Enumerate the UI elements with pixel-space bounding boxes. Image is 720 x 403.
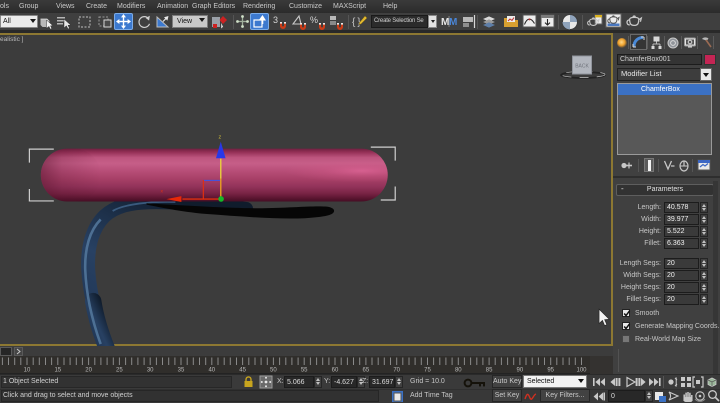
svg-text:90: 90 [517, 368, 524, 374]
svg-text:65: 65 [363, 368, 370, 374]
svg-text:25: 25 [116, 368, 123, 374]
svg-text:70: 70 [393, 368, 400, 374]
svg-text:55: 55 [301, 368, 308, 374]
svg-text:%: % [310, 15, 318, 25]
svg-text:45: 45 [239, 368, 246, 374]
svg-text:M: M [449, 17, 457, 28]
svg-text:40: 40 [208, 368, 215, 374]
svg-text:100: 100 [576, 368, 587, 374]
svg-text:z: z [218, 135, 221, 141]
svg-text:20: 20 [85, 368, 92, 374]
svg-text:10: 10 [24, 368, 31, 374]
svg-text:75: 75 [424, 368, 431, 374]
svg-text:80: 80 [455, 368, 462, 374]
svg-text:35: 35 [178, 368, 185, 374]
svg-text:30: 30 [147, 368, 154, 374]
svg-text:3: 3 [273, 15, 278, 25]
svg-text:50: 50 [270, 368, 277, 374]
svg-text:95: 95 [547, 368, 554, 374]
svg-text:15: 15 [54, 368, 61, 374]
svg-text:85: 85 [486, 368, 493, 374]
svg-text:60: 60 [332, 368, 339, 374]
